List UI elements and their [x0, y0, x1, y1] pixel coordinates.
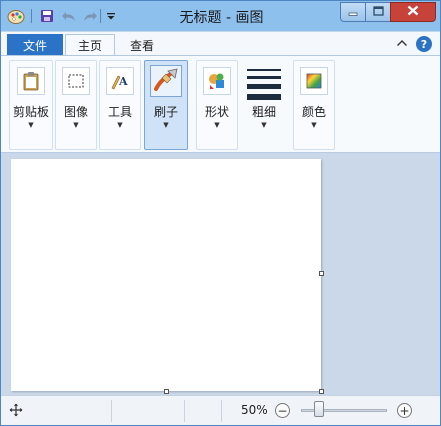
ribbon-group-label: 工具 — [107, 105, 132, 119]
zoom-out-button[interactable]: − — [275, 403, 290, 418]
colors-icon — [300, 67, 328, 95]
canvas-resize-handle-corner[interactable] — [319, 389, 324, 394]
tab-file[interactable]: 文件 — [7, 34, 63, 56]
ribbon-group-label: 颜色 — [301, 105, 326, 119]
canvas-resize-handle-bottom[interactable] — [164, 389, 169, 394]
brush-icon — [150, 65, 182, 97]
minimize-button[interactable] — [340, 2, 366, 22]
zoom-slider-thumb[interactable] — [314, 401, 325, 417]
maximize-icon — [372, 5, 384, 19]
ribbon-group-image[interactable]: 图像 ▼ — [55, 60, 97, 150]
ribbon-help-controls: ? — [396, 36, 432, 52]
ribbon-group-tools[interactable]: A 工具 ▼ — [99, 60, 141, 150]
canvas-resize-handle-right[interactable] — [319, 271, 324, 276]
ribbon-group-clipboard[interactable]: 剪贴板 ▼ — [9, 60, 53, 150]
zoom-level: 50% — [241, 403, 268, 417]
minimize-icon — [348, 5, 358, 19]
clipboard-icon — [17, 67, 45, 95]
canvas-work-area — [1, 153, 440, 395]
ribbon-group-label: 剪贴板 — [12, 105, 49, 119]
svg-text:A: A — [118, 75, 128, 88]
shapes-icon — [203, 67, 231, 95]
line-size-icon — [247, 69, 281, 105]
dropdown-arrow-icon: ▼ — [214, 121, 220, 129]
ribbon-group-label: 图像 — [63, 105, 88, 119]
close-button[interactable] — [390, 2, 436, 22]
tools-icon: A — [106, 67, 134, 95]
help-icon[interactable]: ? — [416, 36, 432, 52]
ribbon-group-size[interactable]: 粗细 ▼ — [241, 60, 287, 150]
ribbon-group-colors[interactable]: 颜色 ▼ — [293, 60, 335, 150]
minimize-ribbon-icon[interactable] — [396, 37, 408, 51]
dropdown-arrow-icon: ▼ — [163, 121, 169, 129]
ribbon-group-shapes[interactable]: 形状 ▼ — [196, 60, 238, 150]
dropdown-arrow-icon: ▼ — [117, 121, 123, 129]
status-separator — [221, 400, 222, 422]
tab-home[interactable]: 主页 — [65, 34, 115, 56]
cursor-position-icon — [9, 403, 23, 420]
dropdown-arrow-icon: ▼ — [28, 121, 34, 129]
title-bar: 无标题 - 画图 — [1, 1, 440, 31]
ribbon-group-label: 刷子 — [153, 105, 178, 119]
status-separator — [111, 400, 112, 422]
dropdown-arrow-icon: ▼ — [261, 121, 267, 129]
maximize-button[interactable] — [365, 2, 391, 22]
paint-window: 无标题 - 画图 文件 主页 查看 ? 剪贴板 ▼ 图像 ▼ A 工具 ▼ 刷子… — [0, 0, 441, 426]
status-bar: 50% − + — [1, 395, 440, 425]
ribbon-group-label: 粗细 — [251, 105, 276, 119]
status-separator — [184, 400, 185, 422]
close-icon — [407, 5, 419, 19]
ribbon-tab-row: 文件 主页 查看 ? — [1, 31, 440, 56]
dropdown-arrow-icon: ▼ — [73, 121, 79, 129]
ribbon-group-label: 形状 — [204, 105, 229, 119]
ribbon-home: 剪贴板 ▼ 图像 ▼ A 工具 ▼ 刷子 ▼ 形状 ▼ 粗细 ▼ 颜色 ▼ — [1, 55, 440, 153]
select-icon — [62, 67, 90, 95]
ribbon-group-brushes[interactable]: 刷子 ▼ — [144, 60, 188, 150]
tab-view[interactable]: 查看 — [119, 34, 165, 56]
drawing-canvas[interactable] — [11, 159, 321, 391]
dropdown-arrow-icon: ▼ — [311, 121, 317, 129]
zoom-in-button[interactable]: + — [397, 403, 412, 418]
